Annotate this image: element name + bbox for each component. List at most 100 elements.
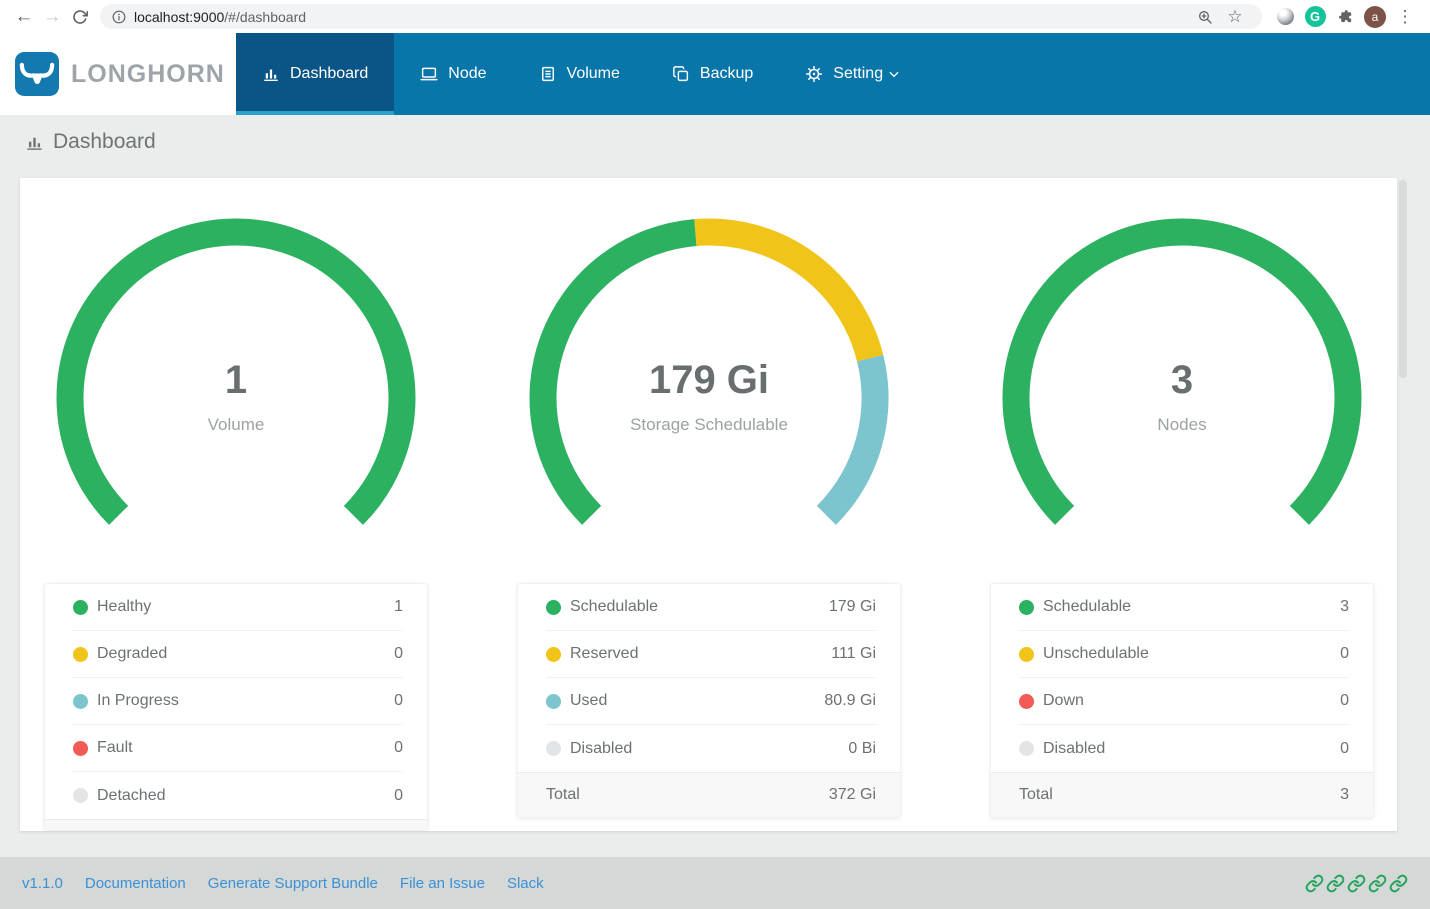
degraded-dot — [73, 646, 88, 662]
brand-block[interactable]: LONGHORN — [0, 33, 236, 115]
extension-ball-button[interactable] — [1273, 5, 1297, 29]
brand-name: LONGHORN — [71, 59, 225, 88]
tab-backup[interactable]: Backup — [646, 33, 779, 115]
down-dot — [1019, 693, 1034, 709]
link-icon[interactable] — [1347, 874, 1366, 893]
fault-dot — [73, 740, 88, 756]
detached-dot — [73, 788, 88, 803]
storage-total-row: Total 372 Gi — [518, 772, 900, 817]
legend-row-in-progress: In Progress 0 — [73, 678, 403, 725]
star-icon: ☆ — [1227, 6, 1243, 26]
chevron-down-icon — [889, 71, 899, 78]
generate-support-bundle-link[interactable]: Generate Support Bundle — [208, 875, 378, 892]
copy-icon — [672, 65, 690, 83]
tab-node[interactable]: Node — [394, 33, 512, 115]
legend-row-down: Down 0 — [1019, 678, 1349, 725]
footer-link-icons — [1305, 874, 1408, 893]
page-info-icon[interactable] — [112, 10, 126, 24]
tab-label: Node — [448, 65, 487, 82]
charts-row: 1 Volume Healthy 1 Degraded 0 In Progres… — [20, 178, 1397, 831]
nodes-count: 3 — [1170, 358, 1194, 402]
storage-amount: 179 Gi — [648, 358, 770, 402]
link-icon[interactable] — [1368, 874, 1387, 893]
link-icon[interactable] — [1305, 874, 1324, 893]
storage-legend-rows: Schedulable 179 Gi Reserved 111 Gi Used … — [518, 584, 900, 772]
nodes-total-row: Total 3 — [991, 772, 1373, 817]
server-icon — [539, 65, 557, 83]
tab-label: Dashboard — [290, 65, 369, 82]
tab-dashboard[interactable]: Dashboard — [236, 33, 395, 115]
legend-row-healthy: Healthy 1 — [73, 584, 403, 631]
browser-profile-button[interactable]: a — [1363, 5, 1387, 29]
zoom-magnifier-icon — [1199, 10, 1212, 24]
link-icon[interactable] — [1326, 874, 1345, 893]
longhorn-logo-icon — [15, 52, 59, 96]
footer-links: v1.1.0 Documentation Generate Support Bu… — [22, 875, 544, 892]
reload-icon — [73, 9, 88, 24]
disabled-dot — [1019, 741, 1034, 756]
legend-row-used: Used 80.9 Gi — [546, 678, 876, 725]
legend-row-detached: Detached 0 — [73, 772, 403, 819]
storage-donut-chart: 179 Gi Storage Schedulable — [529, 218, 889, 538]
url-host: localhost:9000 — [134, 8, 225, 25]
puzzle-icon — [1338, 10, 1351, 23]
dashboard-title-icon — [27, 137, 42, 150]
schedulable-dot — [1019, 599, 1034, 615]
volume-legend-rows: Healthy 1 Degraded 0 In Progress 0 Fault… — [45, 584, 427, 819]
version-link[interactable]: v1.1.0 — [22, 875, 63, 892]
url-bar[interactable]: localhost:9000/#/dashboard ☆ — [100, 4, 1262, 29]
tab-label: Backup — [699, 65, 754, 82]
volume-total-row-clipped — [45, 819, 427, 830]
browser-reload-button[interactable] — [66, 3, 94, 31]
bookmark-star-button[interactable]: ☆ — [1223, 5, 1247, 29]
page-title: Dashboard — [53, 130, 156, 153]
legend-row-fault: Fault 0 — [73, 725, 403, 772]
url-path: /#/dashboard — [224, 8, 307, 25]
used-dot — [546, 693, 561, 709]
nodes-donut-chart: 3 Nodes — [1002, 218, 1362, 538]
grammarly-extension-button[interactable]: G — [1303, 5, 1327, 29]
legend-row-unschedulable: Unschedulable 0 — [1019, 631, 1349, 678]
storage-donut-center: 179 Gi Storage Schedulable — [529, 358, 889, 435]
page-title-row: Dashboard — [25, 130, 156, 154]
unschedulable-dot — [1019, 646, 1034, 662]
slack-link[interactable]: Slack — [507, 875, 544, 892]
tab-setting[interactable]: Setting — [779, 33, 927, 115]
nodes-legend-rows: Schedulable 3 Unschedulable 0 Down 0 Dis… — [991, 584, 1373, 772]
app-footer: v1.1.0 Documentation Generate Support Bu… — [0, 857, 1430, 909]
reserved-dot — [546, 646, 561, 662]
ball-icon — [1276, 8, 1294, 25]
legend-row-schedulable: Schedulable 3 — [1019, 584, 1349, 631]
tab-label: Setting — [833, 65, 884, 82]
extensions-menu-button[interactable] — [1333, 5, 1357, 29]
in-progress-dot — [73, 693, 88, 709]
main-nav: Dashboard Node Volume Backup Setting — [236, 33, 1430, 115]
laptop-icon — [420, 65, 438, 83]
legend-row-schedulable: Schedulable 179 Gi — [546, 584, 876, 631]
volume-label: Volume — [207, 415, 265, 434]
nodes-label: Nodes — [1157, 415, 1207, 434]
url-text: localhost:9000/#/dashboard — [134, 9, 306, 25]
kebab-menu-icon: ⋮ — [1396, 6, 1414, 26]
link-icon[interactable] — [1389, 874, 1408, 893]
documentation-link[interactable]: Documentation — [85, 875, 186, 892]
volume-donut-chart: 1 Volume — [56, 218, 416, 538]
disabled-dot — [546, 741, 561, 756]
legend-row-disabled: Disabled 0 — [1019, 725, 1349, 772]
tab-volume[interactable]: Volume — [513, 33, 646, 115]
browser-forward-button[interactable]: → — [38, 3, 66, 31]
legend-row-degraded: Degraded 0 — [73, 631, 403, 678]
volume-count: 1 — [224, 358, 248, 402]
app-header: LONGHORN Dashboard Node Volume Backup Se… — [0, 33, 1430, 115]
browser-back-button[interactable]: ← — [10, 3, 38, 31]
grammarly-icon: G — [1304, 6, 1326, 27]
nodes-donut-center: 3 Nodes — [1002, 358, 1362, 435]
file-an-issue-link[interactable]: File an Issue — [400, 875, 485, 892]
browser-menu-button[interactable]: ⋮ — [1393, 5, 1417, 29]
scrollbar-thumb[interactable] — [1399, 180, 1407, 378]
volume-legend-card: Healthy 1 Degraded 0 In Progress 0 Fault… — [44, 583, 428, 831]
healthy-dot — [73, 599, 88, 615]
zoom-page-button[interactable] — [1193, 5, 1217, 29]
nodes-chart-panel: 3 Nodes Schedulable 3 Unschedulable 0 Do… — [990, 218, 1374, 831]
dashboard-content-card: 1 Volume Healthy 1 Degraded 0 In Progres… — [20, 178, 1397, 831]
